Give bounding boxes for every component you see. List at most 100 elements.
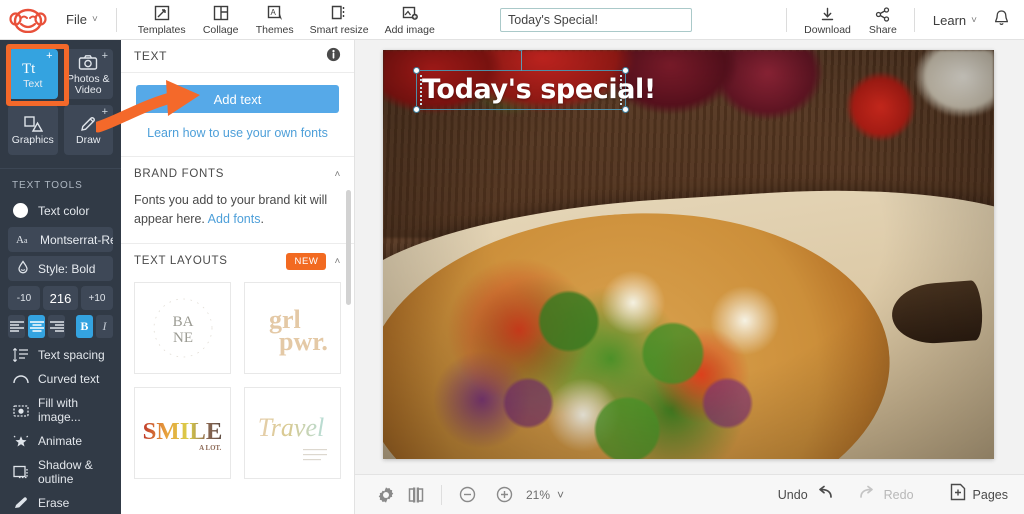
collage-label: Collage [202, 23, 239, 36]
bottom-divider [441, 484, 442, 505]
fill-with-image-label: Fill with image... [38, 396, 81, 424]
smart-resize-icon [331, 5, 347, 22]
erase-row[interactable]: Erase [0, 491, 121, 514]
align-center-button[interactable] [28, 315, 46, 338]
share-button[interactable]: Share [860, 5, 906, 36]
text-color-label: Text color [38, 203, 90, 218]
templates-button[interactable]: Templates [131, 2, 193, 38]
fill-with-image-row[interactable]: Fill with image... [0, 391, 121, 429]
text-spacing-row[interactable]: Text spacing [0, 343, 121, 367]
file-menu-label: File [66, 12, 87, 27]
align-right-button[interactable] [48, 315, 66, 338]
layout-bane-line2: NE [173, 330, 193, 346]
panel-header: TEXT [121, 40, 354, 73]
download-icon [820, 7, 835, 23]
add-fonts-link[interactable]: Add fonts [208, 212, 261, 226]
share-label: Share [868, 23, 897, 36]
zoom-in-button[interactable] [489, 480, 519, 510]
selected-text-element[interactable]: Today's special! [413, 50, 656, 113]
align-left-icon [9, 321, 24, 332]
font-size-decrease[interactable]: -10 [8, 286, 40, 310]
rail-card-draw-label: Draw [75, 134, 101, 146]
undo-redo-group: Undo Redo [778, 485, 914, 505]
text-color-row[interactable]: Text color [0, 198, 121, 223]
download-button[interactable]: Download [795, 5, 860, 36]
layout-grlpwr-line2: pwr. [279, 327, 328, 356]
zoom-level-value[interactable]: 21% [526, 488, 550, 502]
top-toolbar: File ˅ Templates Collage A Themes Smart … [0, 0, 1024, 40]
layout-smile-line2: A LOT. [199, 445, 221, 452]
brand-fonts-header[interactable]: BRAND FONTS ˄ [121, 157, 354, 191]
smart-resize-button[interactable]: Smart resize [303, 2, 376, 38]
toolbar-divider [115, 7, 117, 32]
undo-arrow-icon[interactable] [815, 485, 834, 505]
text-panel: TEXT Add text Learn how to use your own … [121, 40, 355, 514]
resize-handle-top-left[interactable] [413, 67, 420, 74]
svg-text:A: A [16, 234, 24, 245]
resize-handle-bottom-left[interactable] [413, 106, 420, 113]
undo-label[interactable]: Undo [778, 488, 808, 502]
add-image-icon [402, 5, 418, 22]
text-layouts-header[interactable]: TEXT LAYOUTS NEW ˄ [121, 244, 354, 278]
compare-button[interactable] [401, 480, 431, 510]
pages-button[interactable]: Pages [950, 483, 1008, 506]
curved-text-row[interactable]: Curved text [0, 367, 121, 391]
layout-card-smile[interactable]: SMILE A LOT. [134, 387, 231, 479]
shadow-outline-icon [12, 465, 29, 479]
add-text-section: Add text Learn how to use your own fonts [121, 73, 354, 157]
own-fonts-link[interactable]: Learn how to use your own fonts [136, 126, 339, 140]
add-image-button[interactable]: Add image [378, 2, 442, 38]
learn-menu[interactable]: Learn ˅ [923, 13, 987, 28]
rail-card-graphics-label: Graphics [11, 134, 54, 146]
erase-icon [12, 496, 29, 510]
resize-handle-top-right[interactable] [622, 67, 629, 74]
design-title-input[interactable] [500, 8, 692, 32]
layout-card-bane[interactable]: BA NE [134, 282, 231, 374]
font-style-picker[interactable]: Style: Bold [8, 256, 113, 281]
design-canvas[interactable]: Today's special! [383, 50, 994, 459]
templates-icon [154, 5, 170, 22]
notifications-button[interactable] [987, 9, 1024, 32]
draw-pencil-icon [78, 114, 98, 134]
curved-text-label: Curved text [38, 372, 100, 386]
rail-card-graphics[interactable]: Graphics [8, 105, 58, 155]
align-left-button[interactable] [8, 315, 26, 338]
rotate-handle[interactable] [517, 50, 524, 71]
font-size-value[interactable]: 216 [43, 286, 78, 310]
learn-label: Learn [932, 12, 967, 28]
zoom-out-button[interactable] [452, 480, 482, 510]
animate-label: Animate [38, 434, 83, 448]
resize-handle-bottom-right[interactable] [622, 106, 629, 113]
brand-fonts-period: . [260, 212, 264, 226]
canvas-stage[interactable]: Today's special! [355, 40, 1024, 474]
animate-row[interactable]: Animate [0, 429, 121, 453]
layout-card-travel[interactable]: Travel [244, 387, 341, 479]
collage-icon [213, 5, 229, 22]
font-size-increase[interactable]: +10 [81, 286, 113, 310]
settings-button[interactable] [371, 480, 401, 510]
file-menu[interactable]: File ˅ [56, 6, 108, 34]
rail-card-draw[interactable]: + Draw [63, 105, 113, 155]
templates-label: Templates [137, 23, 186, 36]
app-logo[interactable] [0, 0, 56, 40]
panel-scrollbar[interactable] [346, 190, 351, 305]
bold-button[interactable]: B [75, 315, 93, 338]
font-picker[interactable]: Aa Montserrat-Reg... [8, 227, 113, 252]
rail-card-photos[interactable]: + Photos & Video [63, 49, 113, 99]
collage-button[interactable]: Collage [195, 2, 247, 38]
add-text-button[interactable]: Add text [136, 85, 339, 113]
italic-button[interactable]: I [95, 315, 114, 338]
shadow-outline-row[interactable]: Shadow & outline [0, 453, 121, 491]
flip-compare-icon [408, 487, 424, 502]
layout-card-grlpwr[interactable]: grl pwr. [244, 282, 341, 374]
font-style-label: Style: Bold [38, 261, 96, 276]
add-image-label: Add image [384, 23, 435, 36]
pages-label: Pages [972, 487, 1008, 502]
chevron-up-icon: ˄ [334, 255, 341, 267]
themes-button[interactable]: A Themes [249, 2, 301, 38]
rail-card-text[interactable]: + Tt Text [8, 49, 58, 99]
bottom-toolbar: 21% ˅ Undo Redo Pages [355, 474, 1024, 514]
pizza-photo [383, 50, 994, 459]
chevron-down-icon[interactable]: ˅ [557, 488, 564, 502]
info-icon[interactable] [326, 47, 341, 65]
